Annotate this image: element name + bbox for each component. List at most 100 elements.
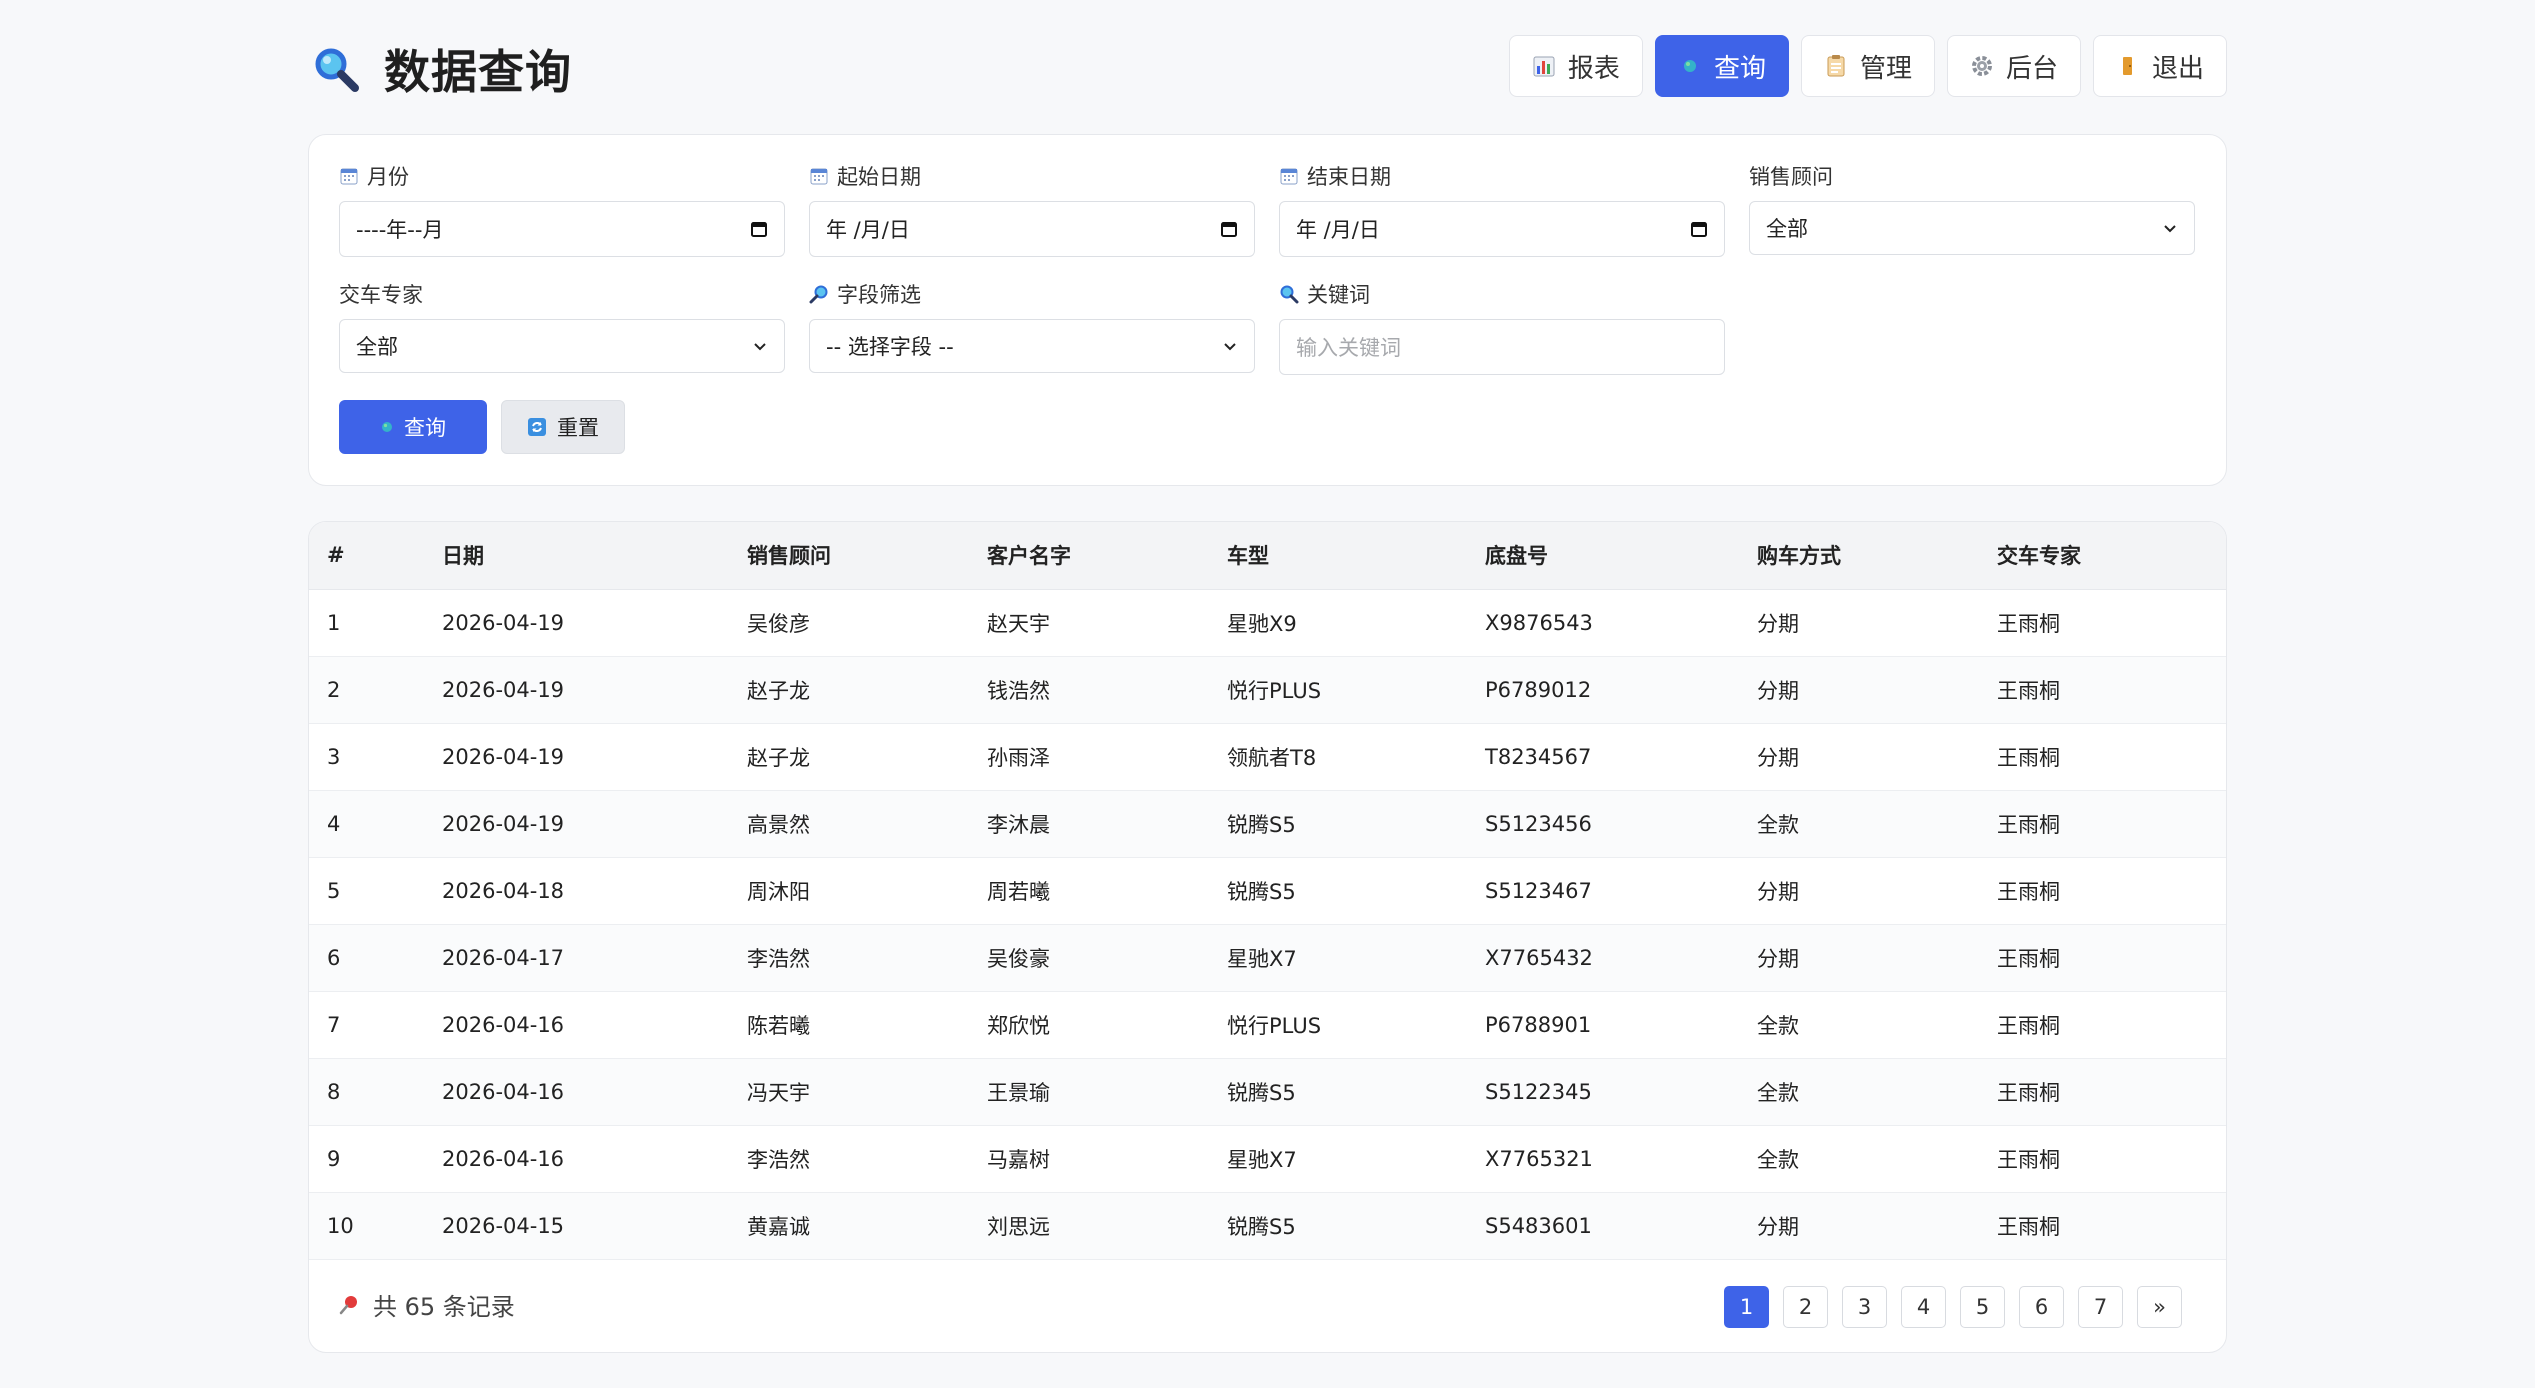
next-page-button[interactable]: » <box>2137 1286 2182 1328</box>
end-date-value: 年 /月/日 <box>1296 218 1380 242</box>
nav-logout-label: 退出 <box>2151 53 2204 84</box>
cell-customer: 周若曦 <box>987 879 1050 904</box>
cell-payment: 全款 <box>1757 1013 1799 1038</box>
month-value: ----年--月 <box>356 218 444 242</box>
sales-advisor-select[interactable]: 全部 <box>1749 201 2195 255</box>
cell-index: 4 <box>327 811 341 836</box>
table-row[interactable]: 4 2026-04-19 高景然 李沐晨 锐腾S5 S5123456 全款 王雨桐 <box>309 790 2226 857</box>
cell-payment: 分期 <box>1757 745 1799 770</box>
clipboard-icon <box>1827 55 1845 77</box>
nav-admin-label: 后台 <box>2005 53 2058 84</box>
table-row[interactable]: 7 2026-04-16 陈若曦 郑欣悦 悦行PLUS P6788901 全款 王雨桐 <box>309 991 2226 1058</box>
nav-query-button[interactable]: 查询 <box>1654 35 1789 97</box>
cell-chassis: P6788901 <box>1485 1012 1592 1037</box>
field-filter: 字段筛选 -- 选择字段 -- <box>809 279 1255 373</box>
cell-date: 2026-04-16 <box>442 1012 565 1037</box>
results-table: # 日期 销售顾问 客户名字 车型 底盘号 购车方式 交车专家 1 2026-04… <box>309 522 2226 1260</box>
globe-icon <box>1683 60 1696 72</box>
sales-advisor-label: 销售顾问 <box>1749 165 1833 189</box>
col-header-delivery-expert: 交车专家 <box>1997 522 2226 590</box>
cell-sales-advisor: 李浩然 <box>747 1147 810 1172</box>
col-header-model: 车型 <box>1227 522 1485 590</box>
cell-index: 8 <box>327 1079 341 1104</box>
magnifier-icon <box>809 285 828 304</box>
calendar-picker-icon[interactable] <box>1220 220 1238 238</box>
delivery-expert-label: 交车专家 <box>339 283 423 307</box>
start-date-input[interactable]: 年 /月/日 <box>809 201 1255 257</box>
table-row[interactable]: 5 2026-04-18 周沐阳 周若曦 锐腾S5 S5123467 分期 王雨桐 <box>309 857 2226 924</box>
cell-date: 2026-04-18 <box>442 878 565 903</box>
keyword-input[interactable]: 输入关键词 <box>1279 319 1725 375</box>
pushpin-icon <box>339 1295 357 1314</box>
cell-chassis: X7765432 <box>1485 945 1593 970</box>
cell-delivery-expert: 王雨桐 <box>1997 1147 2060 1172</box>
cell-date: 2026-04-19 <box>442 610 565 635</box>
page-button-6[interactable]: 6 <box>2019 1286 2064 1328</box>
page-button-4[interactable]: 4 <box>1901 1286 1946 1328</box>
nav-logout-button[interactable]: 退出 <box>2092 35 2227 97</box>
cell-sales-advisor: 赵子龙 <box>747 678 810 703</box>
cell-payment: 全款 <box>1757 1147 1799 1172</box>
cell-delivery-expert: 王雨桐 <box>1997 946 2060 971</box>
table-header-row: # 日期 销售顾问 客户名字 车型 底盘号 购车方式 交车专家 <box>309 522 2226 590</box>
page-button-1[interactable]: 1 <box>1724 1286 1769 1328</box>
keyword-placeholder: 输入关键词 <box>1296 336 1401 360</box>
start-date-filter: 起始日期 年 /月/日 <box>809 161 1255 257</box>
nav-report-button[interactable]: 报表 <box>1508 35 1643 97</box>
page-button-2[interactable]: 2 <box>1783 1286 1828 1328</box>
door-icon <box>2122 57 2132 75</box>
cell-delivery-expert: 王雨桐 <box>1997 611 2060 636</box>
magnifier-icon <box>1280 285 1299 304</box>
page-button-3[interactable]: 3 <box>1842 1286 1887 1328</box>
page-button-7[interactable]: 7 <box>2078 1286 2123 1328</box>
cell-customer: 李沐晨 <box>987 812 1050 837</box>
field-filter-select[interactable]: -- 选择字段 -- <box>809 319 1255 373</box>
table-row[interactable]: 6 2026-04-17 李浩然 吴俊豪 星驰X7 X7765432 分期 王雨桐 <box>309 924 2226 991</box>
cell-sales-advisor: 高景然 <box>747 812 810 837</box>
cell-customer: 马嘉树 <box>987 1147 1050 1172</box>
table-row[interactable]: 9 2026-04-16 李浩然 马嘉树 星驰X7 X7765321 全款 王雨桐 <box>309 1125 2226 1192</box>
month-label: 月份 <box>367 165 409 189</box>
end-date-input[interactable]: 年 /月/日 <box>1279 201 1725 257</box>
cell-sales-advisor: 李浩然 <box>747 946 810 971</box>
table-row[interactable]: 1 2026-04-19 吴俊彦 赵天宇 星驰X9 X9876543 分期 王雨桐 <box>309 589 2226 656</box>
cell-delivery-expert: 王雨桐 <box>1997 879 2060 904</box>
cell-model: 锐腾S5 <box>1227 1080 1296 1105</box>
cell-delivery-expert: 王雨桐 <box>1997 812 2060 837</box>
calendar-icon <box>340 168 358 185</box>
cell-payment: 分期 <box>1757 946 1799 971</box>
cell-customer: 王景瑜 <box>987 1080 1050 1105</box>
col-header-chassis: 底盘号 <box>1485 522 1757 590</box>
cell-model: 悦行PLUS <box>1227 1013 1322 1038</box>
query-button[interactable]: 查询 <box>339 400 487 454</box>
cell-index: 3 <box>327 744 341 769</box>
cell-model: 悦行PLUS <box>1227 678 1322 703</box>
cell-delivery-expert: 王雨桐 <box>1997 1214 2060 1239</box>
cell-customer: 孙雨泽 <box>987 745 1050 770</box>
cell-index: 6 <box>327 945 341 970</box>
cell-sales-advisor: 陈若曦 <box>747 1013 810 1038</box>
cell-customer: 郑欣悦 <box>987 1013 1050 1038</box>
field-filter-label: 字段筛选 <box>837 283 921 307</box>
nav-manage-button[interactable]: 管理 <box>1800 35 1935 97</box>
month-input[interactable]: ----年--月 <box>339 201 785 257</box>
table-row[interactable]: 8 2026-04-16 冯天宇 王景瑜 锐腾S5 S5122345 全款 王雨桐 <box>309 1058 2226 1125</box>
reset-button[interactable]: 重置 <box>501 400 625 454</box>
chevron-down-icon <box>754 343 766 351</box>
cell-index: 1 <box>327 610 341 635</box>
col-header-customer: 客户名字 <box>987 522 1227 590</box>
table-row[interactable]: 10 2026-04-15 黄嘉诚 刘思远 锐腾S5 S5483601 分期 王雨桐 <box>309 1192 2226 1259</box>
nav-admin-button[interactable]: 后台 <box>1946 35 2081 97</box>
table-row[interactable]: 2 2026-04-19 赵子龙 钱浩然 悦行PLUS P6789012 分期 王雨桐 <box>309 656 2226 723</box>
reset-button-label: 重置 <box>557 417 599 440</box>
table-row[interactable]: 3 2026-04-19 赵子龙 孙雨泽 领航者T8 T8234567 分期 王雨桐 <box>309 723 2226 790</box>
delivery-expert-select[interactable]: 全部 <box>339 319 785 373</box>
calendar-picker-icon[interactable] <box>750 220 768 238</box>
cell-date: 2026-04-15 <box>442 1213 565 1238</box>
col-header-index: # <box>309 522 442 590</box>
calendar-icon <box>810 168 828 185</box>
calendar-picker-icon[interactable] <box>1690 220 1708 238</box>
page-button-5[interactable]: 5 <box>1960 1286 2005 1328</box>
cell-index: 2 <box>327 677 341 702</box>
magnifier-icon <box>315 48 359 92</box>
